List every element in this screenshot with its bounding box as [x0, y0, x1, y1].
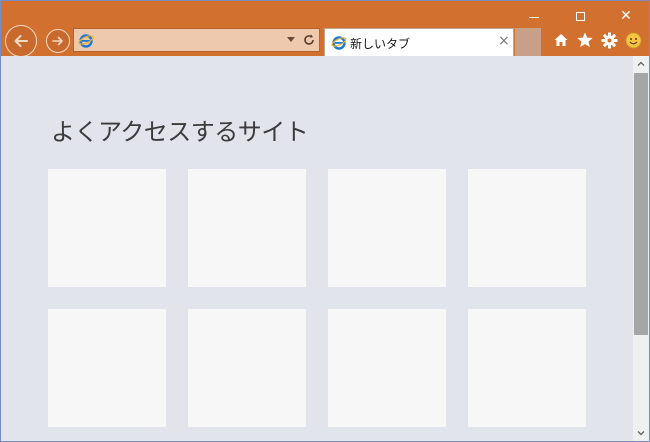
chevron-up-icon: [637, 61, 645, 66]
new-tab-button[interactable]: [515, 28, 541, 56]
new-tab-page: よくアクセスするサイト: [1, 56, 633, 441]
scroll-up-button[interactable]: [633, 56, 649, 72]
address-dropdown-icon[interactable]: [287, 37, 295, 42]
address-input[interactable]: [96, 31, 276, 49]
page-title: よくアクセスするサイト: [51, 118, 309, 146]
frequent-site-tile[interactable]: [48, 309, 166, 427]
home-icon: [554, 34, 568, 46]
settings-button[interactable]: [599, 30, 619, 50]
vertical-scrollbar[interactable]: [633, 56, 649, 441]
feedback-smiley-icon: [625, 32, 641, 48]
address-bar[interactable]: [73, 28, 320, 52]
close-button[interactable]: ✕: [603, 1, 649, 31]
close-icon: ✕: [620, 8, 632, 24]
tab-title: 新しいタブ: [350, 37, 411, 51]
browser-window: ✕ 新しいタブ × よくアクセスするサイト: [0, 0, 650, 442]
back-button[interactable]: [5, 25, 37, 57]
frequent-site-tile[interactable]: [328, 309, 446, 427]
title-toolbar-bar: ✕ 新しいタブ ×: [1, 1, 649, 57]
feedback-button[interactable]: [623, 30, 643, 50]
maximize-icon: [575, 11, 585, 21]
scroll-down-button[interactable]: [633, 425, 649, 441]
frequent-site-tile[interactable]: [188, 169, 306, 287]
minimize-icon: [529, 16, 539, 18]
chevron-down-icon: [637, 431, 645, 436]
home-button[interactable]: [551, 30, 571, 50]
favorites-button[interactable]: [575, 30, 595, 50]
tab-new-tab[interactable]: 新しいタブ ×: [324, 28, 514, 56]
frequent-site-tile[interactable]: [188, 309, 306, 427]
maximize-button[interactable]: [557, 1, 603, 31]
refresh-icon[interactable]: [302, 33, 316, 47]
ie-logo-icon: [78, 34, 94, 48]
frequent-site-tile[interactable]: [328, 169, 446, 287]
scrollbar-thumb[interactable]: [634, 73, 648, 335]
frequent-site-tile[interactable]: [48, 169, 166, 287]
back-arrow-icon: [14, 35, 28, 47]
forward-arrow-icon: [52, 36, 63, 46]
forward-button[interactable]: [46, 29, 70, 53]
tab-close-icon[interactable]: ×: [498, 34, 510, 48]
minimize-button[interactable]: [511, 1, 557, 31]
favorites-star-icon: [577, 32, 593, 47]
frequent-site-tile[interactable]: [468, 169, 586, 287]
frequent-site-tile[interactable]: [468, 309, 586, 427]
ie-logo-icon: [331, 36, 347, 50]
settings-gear-icon: [601, 32, 617, 48]
